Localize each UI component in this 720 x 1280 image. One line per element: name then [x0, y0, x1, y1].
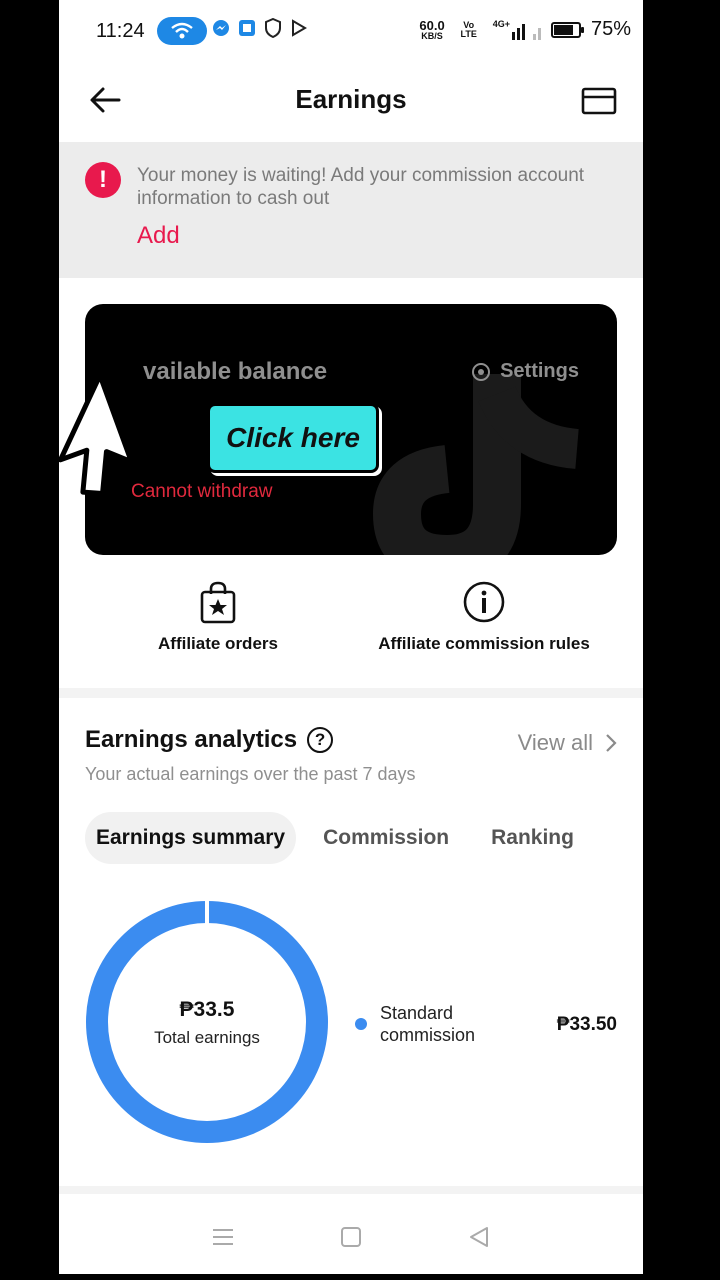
legend-value: ₱33.50: [556, 1014, 617, 1035]
add-button[interactable]: Add: [137, 222, 180, 250]
section-divider: [59, 1186, 643, 1194]
battery-percent: 75%: [590, 18, 631, 40]
payment-card-button[interactable]: [581, 86, 617, 116]
screen: 11:24 60.0 KB/S Vo LTE 4G+ 75% Earnings …: [59, 0, 643, 1274]
info-icon: [463, 581, 505, 623]
tab-commission[interactable]: Commission: [312, 812, 460, 864]
help-icon[interactable]: ?: [307, 727, 334, 753]
commission-rules-button[interactable]: Affiliate commission rules: [354, 580, 614, 654]
signal-icon: 4G+: [493, 19, 541, 40]
gear-icon: [472, 362, 491, 381]
hotspot-icon: [157, 17, 207, 45]
section-divider: [59, 688, 643, 698]
view-all-link[interactable]: View all: [518, 730, 617, 756]
home-button[interactable]: [331, 1217, 371, 1257]
notification-icons: [212, 18, 308, 38]
legend-label: Standard commission: [380, 1003, 476, 1045]
play-icon: [292, 19, 307, 37]
status-right: 60.0 KB/S Vo LTE 4G+ 75%: [419, 17, 631, 41]
analytics-tabs: Earnings summary Commission Ranking: [85, 812, 585, 864]
recents-button[interactable]: [203, 1217, 243, 1257]
back-triangle-icon: [470, 1227, 488, 1247]
tab-earnings-summary[interactable]: Earnings summary: [85, 812, 297, 864]
legend-dot: [355, 1018, 367, 1030]
messenger-icon: [213, 20, 229, 36]
menu-icon: [213, 1229, 233, 1245]
settings-button[interactable]: Settings: [470, 360, 579, 383]
status-time: 11:24: [96, 20, 145, 42]
add-account-banner: ! Your money is waiting! Add your commis…: [59, 142, 643, 278]
donut-center: ₱33.5 Total earnings: [85, 998, 329, 1048]
shopping-bag-icon: [200, 581, 236, 624]
analytics-title: Earnings analytics ?: [85, 726, 334, 754]
page-title: Earnings: [295, 84, 407, 114]
battery-icon: [550, 21, 584, 38]
status-bar: 11:24 60.0 KB/S Vo LTE 4G+ 75%: [59, 0, 643, 62]
total-earnings-amount: ₱33.5: [179, 998, 235, 1021]
alert-icon: !: [85, 162, 121, 198]
card-icon: [581, 87, 617, 115]
banner-message: Your money is waiting! Add your commissi…: [137, 165, 585, 209]
top-bar: Earnings: [59, 62, 643, 142]
system-nav-bar: [59, 1200, 643, 1274]
home-square-icon: [341, 1227, 361, 1247]
tiktok-logo-watermark: [372, 374, 580, 555]
shield-icon: [265, 18, 281, 38]
app-badge-icon: [239, 20, 255, 36]
total-earnings-label: Total earnings: [154, 1028, 260, 1047]
affiliate-orders-button[interactable]: Affiliate orders: [88, 580, 348, 654]
system-back-button[interactable]: [459, 1217, 499, 1257]
tab-ranking[interactable]: Ranking: [480, 812, 585, 864]
cursor-icon: [59, 372, 134, 496]
chevron-right-icon: [606, 734, 617, 752]
click-here-overlay: Click here: [207, 403, 379, 473]
analytics-subtitle: Your actual earnings over the past 7 day…: [85, 764, 416, 784]
